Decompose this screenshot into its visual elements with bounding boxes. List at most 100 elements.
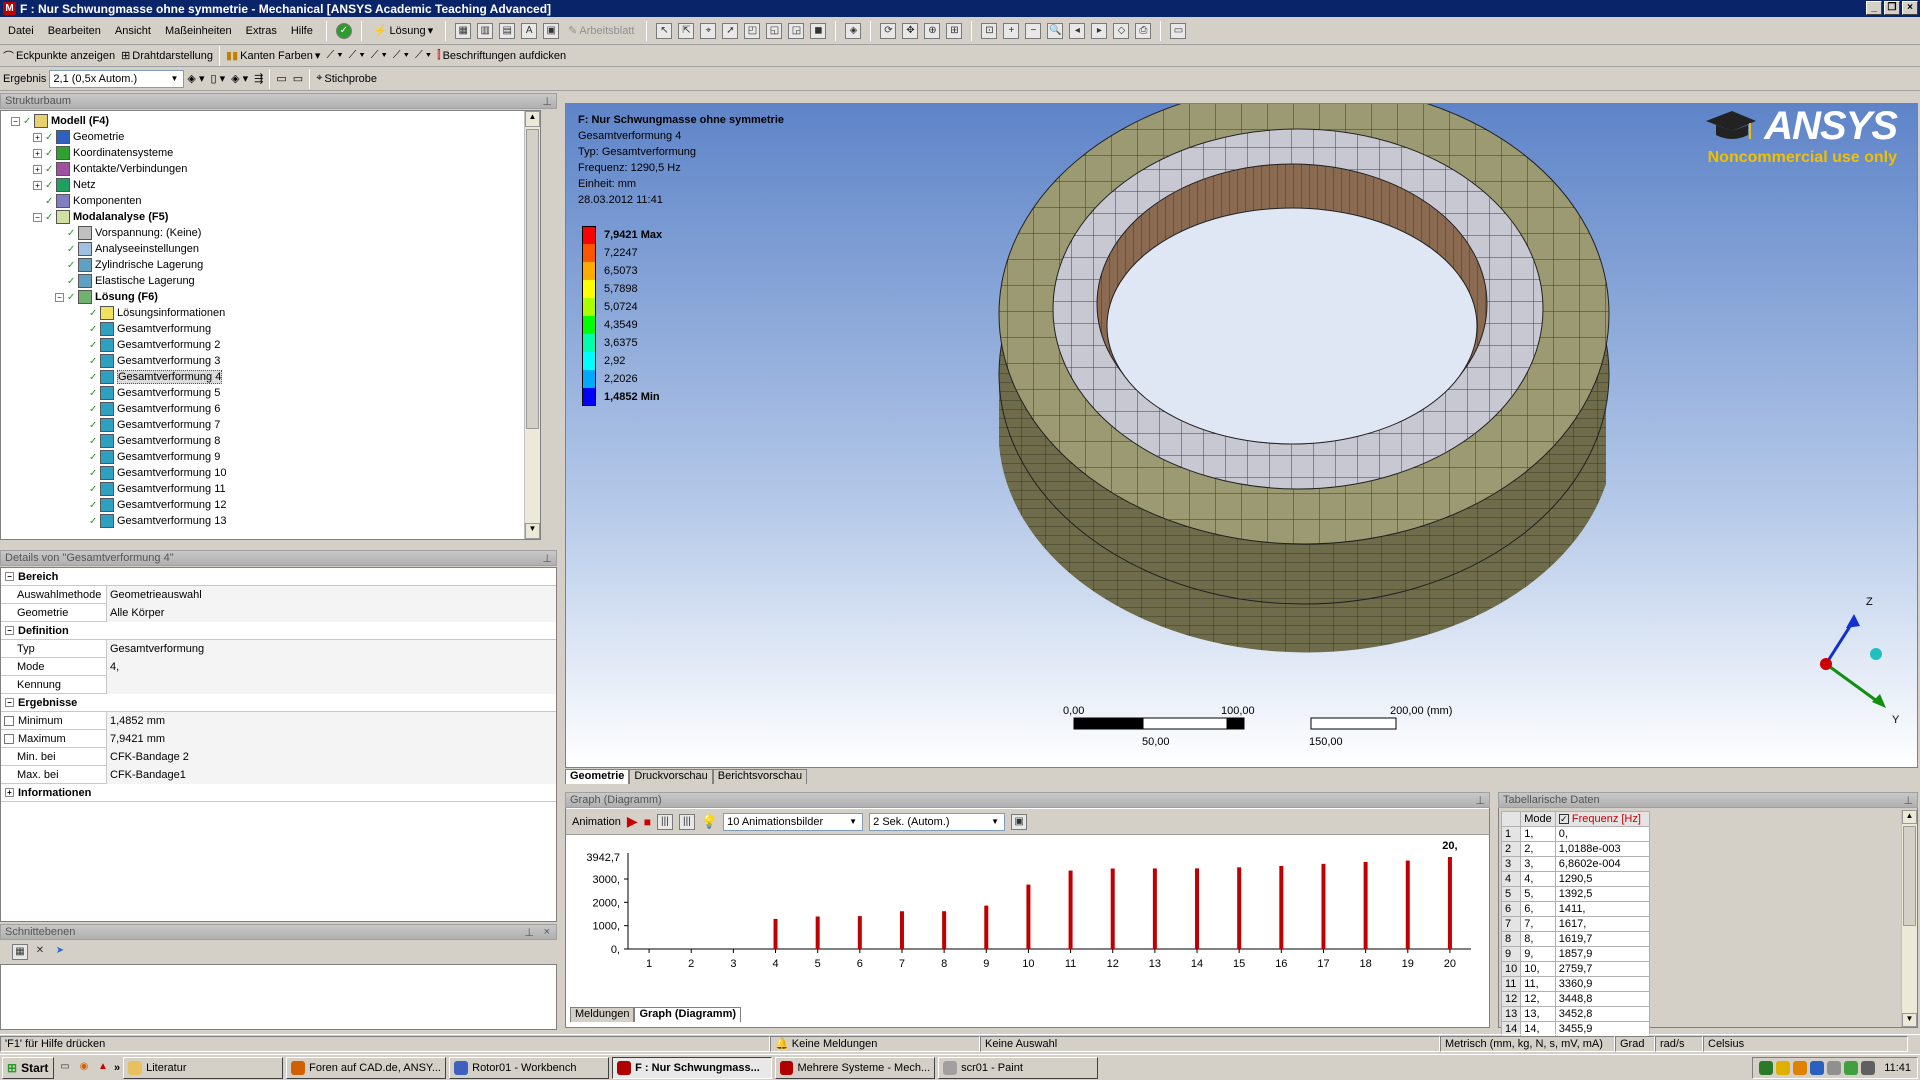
- animation-frames-select[interactable]: 10 Animationsbilder ▼: [723, 812, 864, 831]
- export-video-icon[interactable]: ▣: [1011, 813, 1028, 830]
- animation-duration-select[interactable]: 2 Sek. (Autom.) ▼: [869, 812, 1006, 831]
- taskbar-item-f-nur-schwungmass[interactable]: F : Nur Schwungmass...: [612, 1056, 773, 1079]
- acrobat-icon[interactable]: ▲: [95, 1060, 111, 1076]
- triad-axes[interactable]: [1820, 614, 1886, 708]
- table-row[interactable]: 11 11, 3360,9: [1500, 976, 1650, 992]
- edge-style-3-button[interactable]: ⟋ ▾: [368, 48, 390, 63]
- max-label-button[interactable]: ▭: [273, 71, 289, 86]
- pick-icon[interactable]: ⌖: [700, 22, 717, 39]
- ergebnis-scale-select[interactable]: 2,1 (0,5x Autom.) ▼: [49, 69, 185, 88]
- tree-expander-icon[interactable]: −: [55, 292, 64, 302]
- table-row[interactable]: 3 3, 6,8602e-004: [1500, 856, 1650, 872]
- tray-update-icon[interactable]: [1776, 1061, 1791, 1075]
- edges-button[interactable]: ◈ ▾: [228, 71, 251, 86]
- kanten-farben-button[interactable]: ▮▮ Kanten Farben ▾: [223, 48, 323, 63]
- tree-item-analyseeinstellungen[interactable]: ✓ Analyseeinstellungen: [55, 241, 199, 257]
- status-angle-unit[interactable]: Grad: [1615, 1035, 1655, 1052]
- tree-expander-icon[interactable]: −: [33, 212, 42, 222]
- section-planes-list[interactable]: [0, 964, 557, 1030]
- rotate-icon[interactable]: ⟳: [880, 22, 897, 39]
- tree-item-gesamtverformung-9[interactable]: ✓ Gesamtverformung 9: [77, 449, 220, 465]
- details-group-bereich[interactable]: − Bereich: [1, 568, 556, 586]
- details-row-auswahlmethode[interactable]: Auswahlmethode Geometrieauswahl: [1, 585, 556, 604]
- details-row-min-bei[interactable]: Min. bei CFK-Bandage 2: [1, 747, 556, 766]
- viewport-layout-icon[interactable]: ▭: [1170, 22, 1187, 39]
- iso-view-icon[interactable]: ◇: [1113, 22, 1130, 39]
- pin-icon[interactable]: ⊥: [542, 552, 552, 565]
- firefox-icon[interactable]: ◉: [76, 1060, 92, 1076]
- tree-item-gesamtverformung-13[interactable]: ✓ Gesamtverformung 13: [77, 513, 226, 529]
- mode-column-header[interactable]: Mode: [1520, 811, 1556, 827]
- group-expander-icon[interactable]: −: [5, 698, 14, 707]
- tab-druckvorschau[interactable]: Druckvorschau: [629, 769, 713, 784]
- eckpunkte-button[interactable]: ⌒ Eckpunkte anzeigen: [0, 47, 118, 65]
- tree-item-gesamtverformung[interactable]: ✓ Gesamtverformung: [77, 321, 211, 337]
- tab-berichtsvorschau[interactable]: Berichtsvorschau: [712, 769, 808, 784]
- tray-shield-icon[interactable]: [1844, 1061, 1859, 1075]
- tree-item-gesamtverformung-12[interactable]: ✓ Gesamtverformung 12: [77, 497, 226, 513]
- select-icon[interactable]: ↖: [656, 22, 673, 39]
- tree-item-gesamtverformung-7[interactable]: ✓ Gesamtverformung 7: [77, 417, 220, 433]
- menu-ansicht[interactable]: Ansicht: [111, 23, 155, 39]
- image-icon[interactable]: ▣: [543, 22, 560, 39]
- menu-extras[interactable]: Extras: [242, 23, 281, 39]
- tree-item-koordinatensysteme[interactable]: + ✓ Koordinatensysteme: [33, 145, 173, 161]
- delete-section-plane-icon[interactable]: ✕: [32, 944, 48, 960]
- zoom-fit-icon[interactable]: ⊡: [981, 22, 998, 39]
- frequency-column-header[interactable]: ✓ Frequenz [Hz]: [1554, 811, 1650, 827]
- solve-check-icon[interactable]: ✓: [335, 22, 352, 39]
- details-group-definition[interactable]: − Definition: [1, 622, 556, 640]
- select-mode-icon[interactable]: ⇱: [678, 22, 695, 39]
- menu-hilfe[interactable]: Hilfe: [287, 23, 317, 39]
- tree-item-gesamtverformung-5[interactable]: ✓ Gesamtverformung 5: [77, 385, 220, 401]
- details-value[interactable]: CFK-Bandage1: [107, 765, 556, 784]
- tree-item-gesamtverformung-8[interactable]: ✓ Gesamtverformung 8: [77, 433, 220, 449]
- pin-icon[interactable]: ⊥: [542, 95, 552, 108]
- tree-expander-icon[interactable]: +: [33, 132, 42, 142]
- insert-icon[interactable]: ▦: [455, 22, 472, 39]
- beschriftungen-button[interactable]: ⫿ Beschriftungen aufdicken: [434, 48, 569, 63]
- tree-item-geometrie[interactable]: + ✓ Geometrie: [33, 129, 124, 145]
- details-row-minimum[interactable]: Minimum 1,4852 mm: [1, 711, 556, 730]
- lightbulb-icon[interactable]: 💡: [701, 814, 717, 830]
- tree-expander-icon[interactable]: −: [11, 116, 20, 126]
- tab-geometrie[interactable]: Geometrie: [565, 769, 630, 784]
- min-label-button[interactable]: ▭: [290, 71, 306, 86]
- menu-masseinheiten[interactable]: Maßeinheiten: [161, 23, 236, 39]
- taskbar-item-rotor01-workbench[interactable]: Rotor01 - Workbench: [449, 1056, 610, 1079]
- pin-icon[interactable]: ⊥: [524, 926, 534, 939]
- table-row[interactable]: 1 1, 0,: [1500, 826, 1650, 842]
- close-button[interactable]: ×: [1902, 1, 1918, 15]
- chart-icon[interactable]: ▥: [477, 22, 494, 39]
- tabular-scrollbar[interactable]: ▲ ▼: [1901, 810, 1917, 1027]
- show-desktop-icon[interactable]: ▭: [57, 1060, 73, 1076]
- magnifier-icon[interactable]: 🔍: [1047, 22, 1064, 39]
- edge-icon[interactable]: ◱: [766, 22, 783, 39]
- model-render[interactable]: [566, 104, 1918, 768]
- loesung-button[interactable]: ⚡ Lösung ▾: [371, 23, 436, 38]
- stichprobe-button[interactable]: ⌖ Stichprobe: [313, 71, 380, 86]
- tree-item-zylindrische-lagerung[interactable]: ✓ Zylindrische Lagerung: [55, 257, 203, 273]
- status-temperature-unit[interactable]: Celsius: [1703, 1035, 1908, 1052]
- tray-printer-icon[interactable]: [1861, 1061, 1876, 1075]
- face-icon[interactable]: ◲: [788, 22, 805, 39]
- zoom-out-icon[interactable]: −: [1025, 22, 1042, 39]
- tree-item-modell-f4[interactable]: − ✓ Modell (F4): [11, 113, 109, 129]
- tree-item-gesamtverformung-10[interactable]: ✓ Gesamtverformung 10: [77, 465, 226, 481]
- tree-expander-icon[interactable]: +: [33, 180, 42, 190]
- zoom-in-icon[interactable]: +: [1003, 22, 1020, 39]
- more-quicklaunch-icon[interactable]: »: [114, 1062, 120, 1074]
- details-row-max-bei[interactable]: Max. bei CFK-Bandage1: [1, 765, 556, 784]
- details-value[interactable]: Alle Körper: [107, 603, 556, 622]
- edge-style-4-button[interactable]: ⟋ ▾: [390, 48, 412, 63]
- table-row[interactable]: 10 10, 2759,7: [1500, 961, 1650, 977]
- vertex-icon[interactable]: ◰: [744, 22, 761, 39]
- table-row[interactable]: 5 5, 1392,5: [1500, 886, 1650, 902]
- tray-network-icon[interactable]: [1759, 1061, 1774, 1075]
- cursor-icon[interactable]: ➚: [722, 22, 739, 39]
- geometry-display-button[interactable]: ◈ ▾: [184, 71, 207, 86]
- edge-style-1-button[interactable]: ⟋ ▾: [323, 48, 345, 63]
- tree-item-gesamtverformung-6[interactable]: ✓ Gesamtverformung 6: [77, 401, 220, 417]
- tab-meldungen[interactable]: Meldungen: [570, 1007, 635, 1022]
- contour-button[interactable]: ▯ ▾: [207, 71, 228, 86]
